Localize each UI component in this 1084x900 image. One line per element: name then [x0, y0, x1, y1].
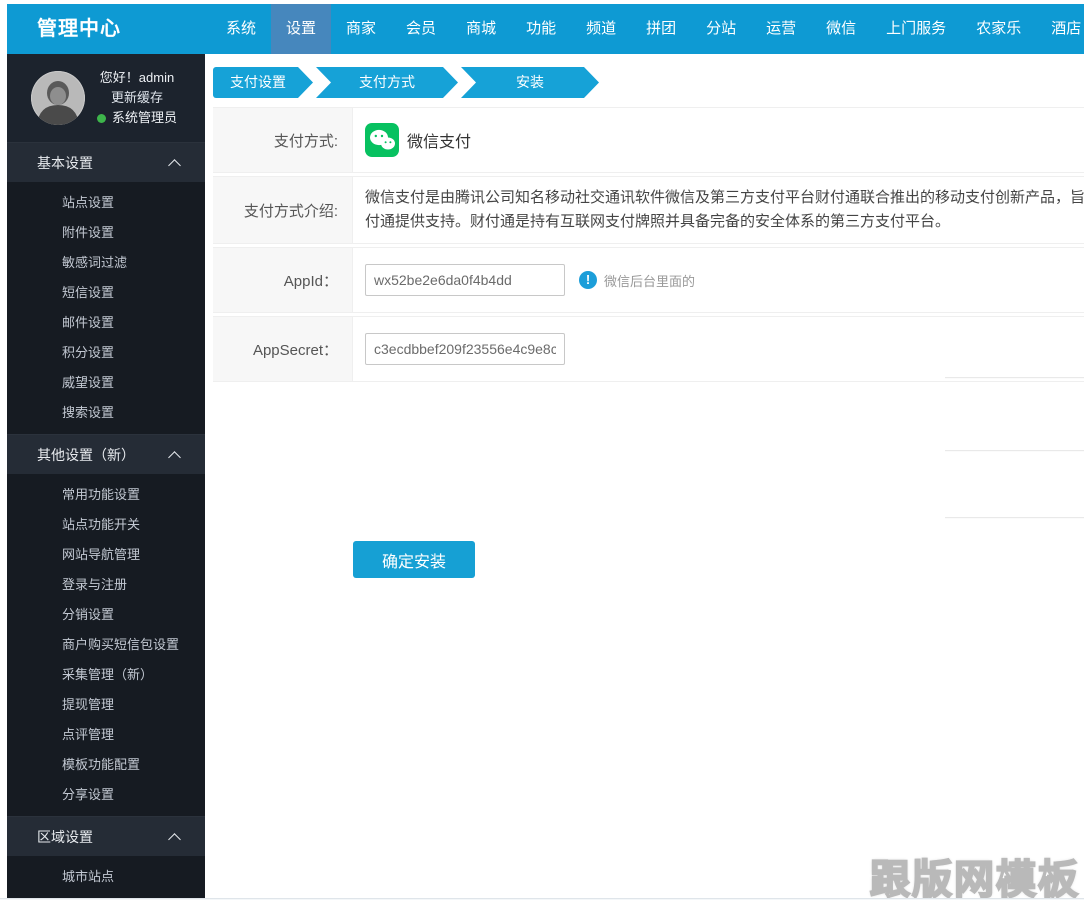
top-navigation: 系统 设置 商家 会员 商城 功能 频道 拼团 分站 运营 微信 上门服务 农家… [211, 4, 1084, 54]
user-role: 系统管理员 [112, 110, 178, 125]
sidebar-item-attachment-settings[interactable]: 附件设置 [7, 218, 205, 248]
sidebar-item-mail-settings[interactable]: 邮件设置 [7, 308, 205, 338]
sidebar-section-region-settings[interactable]: 区域设置 [7, 816, 205, 856]
sidebar-item-common-functions[interactable]: 常用功能设置 [7, 480, 205, 510]
user-info: 您好！admin 更新缓存 系统管理员 [97, 68, 177, 128]
sidebar-item-site-settings[interactable]: 站点设置 [7, 188, 205, 218]
sidebar-item-distribution[interactable]: 分销设置 [7, 600, 205, 630]
breadcrumb-payment-settings[interactable]: 支付设置 [213, 67, 313, 98]
clipped-row-border [945, 450, 1084, 452]
admin-page: 管理中心 系统 设置 商家 会员 商城 功能 频道 拼团 分站 运营 微信 上门… [0, 0, 1084, 900]
topnav-item-groupbuy[interactable]: 拼团 [631, 4, 691, 54]
payment-install-form: 支付方式: 微信支付 支付方式介绍: 微信支付是由腾讯公司知名移动社交通讯软件微… [213, 107, 1084, 385]
sidebar-section-basic-settings[interactable]: 基本设置 [7, 142, 205, 182]
sidebar-group: 城市站点 区域管理 [7, 856, 205, 900]
appsecret-input[interactable] [365, 333, 565, 365]
sidebar-item-sensitive-words[interactable]: 敏感词过滤 [7, 248, 205, 278]
avatar [31, 71, 85, 125]
payment-description: 微信支付是由腾讯公司知名移动社交通讯软件微信及第三方支付平台财付通联合推出的移动… [365, 189, 1084, 230]
sidebar-item-template-config[interactable]: 模板功能配置 [7, 750, 205, 780]
sidebar-item-login-register[interactable]: 登录与注册 [7, 570, 205, 600]
watermark-text: 跟版网模板 [869, 857, 1080, 900]
user-greeting: 您好！admin [99, 70, 175, 85]
avatar-photo [31, 71, 85, 125]
wechat-pay-icon [365, 123, 399, 157]
field-label: AppSecret： [213, 317, 353, 381]
sidebar-section-other-settings[interactable]: 其他设置（新） [7, 434, 205, 474]
clipped-row-border [945, 377, 1084, 379]
topnav-item-hotel[interactable]: 酒店 [1036, 4, 1084, 54]
topnav-item-system[interactable]: 系统 [211, 4, 271, 54]
sidebar-item-withdrawal[interactable]: 提现管理 [7, 690, 205, 720]
field-label: AppId： [213, 248, 353, 312]
sidebar-item-search-settings[interactable]: 搜索设置 [7, 398, 205, 428]
sidebar-item-city-sites[interactable]: 城市站点 [7, 862, 205, 892]
chevron-up-icon [168, 833, 181, 846]
field-label: 支付方式: [213, 108, 353, 172]
main-layout: 您好！admin 更新缓存 系统管理员 基本设置 站点设置 附件设置 敏感词过滤… [7, 54, 1084, 900]
info-icon: ! [579, 271, 597, 289]
topnav-item-operation[interactable]: 运营 [751, 4, 811, 54]
topnav-item-settings[interactable]: 设置 [271, 4, 332, 54]
content-area: 支付设置 支付方式 安装 支付方式: 微信支付 支付方式介绍: 微信支付是由腾讯… [205, 54, 1084, 900]
topnav-item-merchant[interactable]: 商家 [331, 4, 391, 54]
chevron-up-icon [168, 159, 181, 172]
breadcrumb-install[interactable]: 安装 [461, 67, 599, 98]
breadcrumb: 支付设置 支付方式 安装 [213, 67, 602, 98]
form-row-appsecret: AppSecret： [213, 316, 1084, 382]
sidebar-item-site-switches[interactable]: 站点功能开关 [7, 510, 205, 540]
form-row-appid: AppId： ! 微信后台里面的 [213, 247, 1084, 313]
section-label: 其他设置（新） [37, 447, 135, 463]
sidebar-group: 常用功能设置 站点功能开关 网站导航管理 登录与注册 分销设置 商户购买短信包设… [7, 474, 205, 816]
appid-hint: 微信后台里面的 [604, 273, 696, 289]
topnav-item-channel[interactable]: 频道 [571, 4, 631, 54]
form-row-description: 支付方式介绍: 微信支付是由腾讯公司知名移动社交通讯软件微信及第三方支付平台财付… [213, 176, 1084, 244]
confirm-install-button[interactable]: 确定安装 [353, 541, 475, 578]
topnav-item-farmstay[interactable]: 农家乐 [961, 4, 1036, 54]
sidebar-item-sms-settings[interactable]: 短信设置 [7, 278, 205, 308]
update-cache-link[interactable]: 更新缓存 [97, 88, 177, 108]
breadcrumb-payment-method[interactable]: 支付方式 [316, 67, 458, 98]
topbar: 管理中心 系统 设置 商家 会员 商城 功能 频道 拼团 分站 运营 微信 上门… [7, 4, 1084, 54]
section-label: 基本设置 [37, 155, 93, 171]
appid-input[interactable] [365, 264, 565, 296]
field-label: 支付方式介绍: [213, 177, 353, 243]
sidebar-item-review-management[interactable]: 点评管理 [7, 720, 205, 750]
topnav-item-function[interactable]: 功能 [511, 4, 571, 54]
sidebar-item-collection[interactable]: 采集管理（新） [7, 660, 205, 690]
sidebar: 您好！admin 更新缓存 系统管理员 基本设置 站点设置 附件设置 敏感词过滤… [7, 54, 205, 900]
sidebar-item-sms-package[interactable]: 商户购买短信包设置 [7, 630, 205, 660]
form-row-payment-method: 支付方式: 微信支付 [213, 107, 1084, 173]
sidebar-item-nav-management[interactable]: 网站导航管理 [7, 540, 205, 570]
section-label: 区域设置 [37, 829, 93, 845]
topnav-item-substation[interactable]: 分站 [691, 4, 751, 54]
sidebar-item-points-settings[interactable]: 积分设置 [7, 338, 205, 368]
app-title: 管理中心 [37, 18, 121, 40]
user-panel: 您好！admin 更新缓存 系统管理员 [7, 54, 205, 142]
topnav-item-mall[interactable]: 商城 [451, 4, 511, 54]
sidebar-item-share-settings[interactable]: 分享设置 [7, 780, 205, 810]
topnav-item-member[interactable]: 会员 [391, 4, 451, 54]
payment-method-name: 微信支付 [407, 134, 472, 151]
sidebar-group: 站点设置 附件设置 敏感词过滤 短信设置 邮件设置 积分设置 威望设置 搜索设置 [7, 182, 205, 434]
chevron-up-icon [168, 451, 181, 464]
online-status-dot [97, 113, 106, 123]
topnav-item-doorservice[interactable]: 上门服务 [871, 4, 961, 54]
clipped-row-border [945, 517, 1084, 519]
topnav-item-wechat[interactable]: 微信 [811, 4, 871, 54]
sidebar-item-prestige-settings[interactable]: 威望设置 [7, 368, 205, 398]
